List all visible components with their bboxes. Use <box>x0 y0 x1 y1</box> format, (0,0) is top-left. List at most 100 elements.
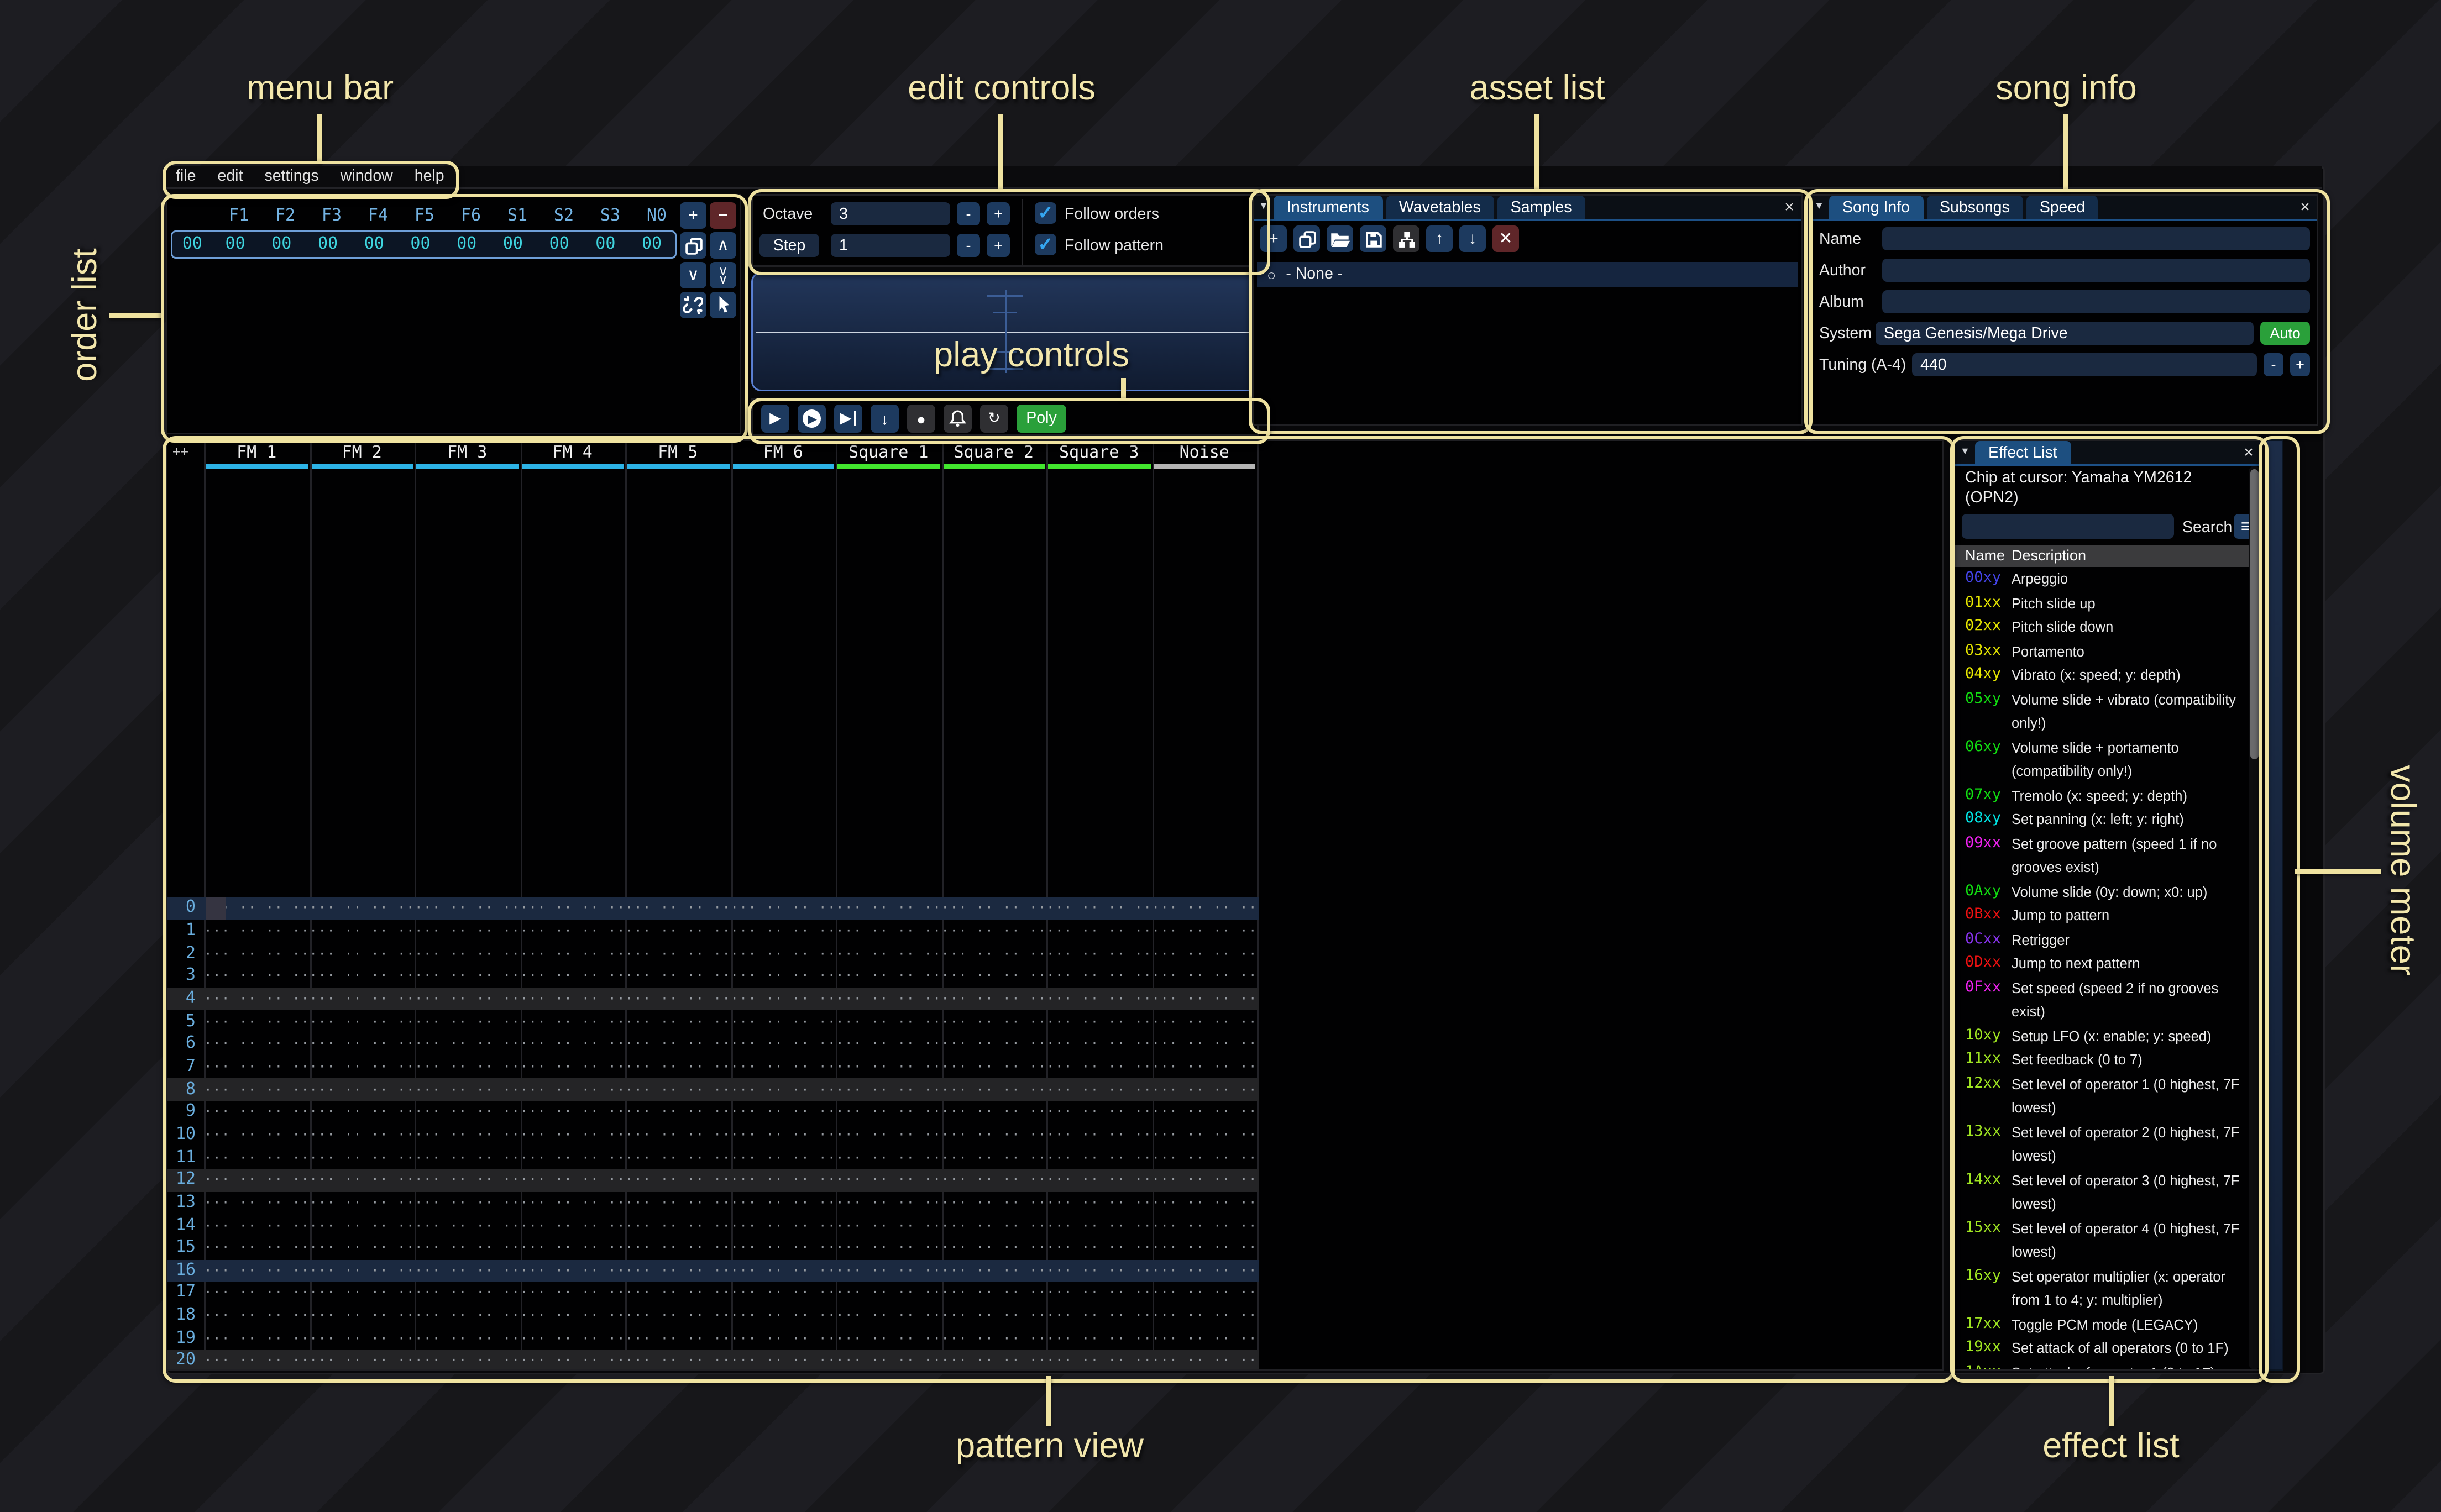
pattern-cell[interactable]: ··· ·· ·· ··· <box>415 901 520 916</box>
channel-header-fm-3[interactable]: FM 3 <box>415 444 520 463</box>
pattern-cell[interactable]: ··· ·· ·· ··· <box>310 1127 415 1142</box>
pattern-cell[interactable]: ··· ·· ·· ··· <box>204 1059 310 1074</box>
order-value[interactable]: 00 <box>305 235 351 254</box>
pattern-cell[interactable]: ··· ·· ·· ··· <box>1046 1241 1152 1256</box>
pattern-row[interactable]: 9··· ·· ·· ······ ·· ·· ······ ·· ·· ···… <box>167 1101 1259 1124</box>
pattern-cell[interactable]: ··· ·· ·· ··· <box>415 1105 520 1120</box>
pattern-cell[interactable]: ··· ·· ·· ··· <box>310 1059 415 1074</box>
pattern-cell[interactable]: ··· ·· ·· ··· <box>415 1308 520 1323</box>
asset-collapse-icon[interactable]: ▼ <box>1254 196 1274 219</box>
pattern-cell[interactable]: ··· ·· ·· ··· <box>625 1353 731 1368</box>
pattern-cell[interactable]: ··· ·· ·· ··· <box>625 1241 731 1256</box>
effect-list-scrollbar-track[interactable] <box>2249 466 2260 1369</box>
pattern-cell[interactable]: ··· ·· ·· ··· <box>731 1173 836 1188</box>
effect-row[interactable]: 03xxPortamento <box>1955 639 2257 664</box>
pattern-cell[interactable]: ··· ·· ·· ··· <box>1046 1059 1152 1074</box>
pattern-row[interactable]: 19··· ·· ·· ······ ·· ·· ······ ·· ·· ··… <box>167 1327 1259 1350</box>
pattern-cell[interactable]: ··· ·· ·· ··· <box>310 1308 415 1323</box>
pattern-cell[interactable]: ··· ·· ·· ··· <box>1152 946 1258 961</box>
pattern-cell[interactable]: ··· ·· ·· ··· <box>1152 1353 1258 1368</box>
pattern-cell[interactable]: ··· ·· ·· ··· <box>1152 1127 1258 1142</box>
order-value[interactable]: 00 <box>397 235 444 254</box>
pattern-cell[interactable]: ··· ·· ·· ··· <box>310 1195 415 1210</box>
tuning-decrease-button[interactable]: - <box>2264 353 2283 376</box>
song-tab-song-info[interactable]: Song Info <box>1829 196 1923 219</box>
effect-row[interactable]: 02xxPitch slide down <box>1955 615 2257 639</box>
pattern-cell[interactable]: ··· ·· ·· ··· <box>1046 969 1152 984</box>
pattern-cell[interactable]: ··· ·· ·· ··· <box>520 901 626 916</box>
effect-row[interactable]: 0CxxRetrigger <box>1955 928 2257 952</box>
pattern-cell[interactable]: ··· ·· ·· ··· <box>415 1014 520 1029</box>
effect-row[interactable]: 13xxSet level of operator 2 (0 highest, … <box>1955 1120 2257 1168</box>
pattern-cell[interactable]: ··· ·· ·· ··· <box>1046 1308 1152 1323</box>
step-input[interactable]: 1 <box>831 234 950 257</box>
pattern-corner-expand[interactable]: ++ <box>172 444 188 459</box>
octave-decrease-button[interactable]: - <box>957 202 980 225</box>
pattern-cell[interactable]: ··· ·· ·· ··· <box>1046 1173 1152 1188</box>
pattern-row[interactable]: 7··· ·· ·· ······ ·· ·· ······ ·· ·· ···… <box>167 1056 1259 1078</box>
pattern-cell[interactable]: ··· ·· ·· ··· <box>1152 1037 1258 1052</box>
effect-close-icon[interactable]: × <box>2237 441 2260 464</box>
pattern-cell[interactable]: ··· ·· ·· ··· <box>941 1263 1047 1278</box>
effect-row[interactable]: 04xyVibrato (x: speed; y: depth) <box>1955 663 2257 687</box>
author-input[interactable] <box>1882 259 2310 282</box>
effect-list-scrollbar-thumb[interactable] <box>2250 469 2259 759</box>
effect-row[interactable]: 00xyArpeggio <box>1955 567 2257 591</box>
order-move-down-button[interactable]: ∨ <box>680 262 706 288</box>
effect-row[interactable]: 1AxxSet attack of operator 1 (0 to 1F) <box>1955 1361 2257 1372</box>
pattern-cell[interactable]: ··· ·· ·· ··· <box>415 1059 520 1074</box>
pattern-cell[interactable]: ··· ·· ·· ··· <box>1152 1308 1258 1323</box>
effect-row[interactable]: 0AxyVolume slide (0y: down; x0: up) <box>1955 880 2257 904</box>
pattern-cell[interactable]: ··· ·· ·· ··· <box>1152 1241 1258 1256</box>
pattern-cell[interactable]: ··· ·· ·· ··· <box>941 1150 1047 1165</box>
order-value[interactable]: 00 <box>212 235 259 254</box>
pattern-cell[interactable]: ··· ·· ·· ··· <box>520 1218 626 1233</box>
pattern-cell[interactable]: ··· ·· ·· ··· <box>836 969 941 984</box>
effect-search-input[interactable] <box>1962 514 2174 539</box>
song-close-icon[interactable]: × <box>2293 196 2317 219</box>
menu-item-file[interactable]: file <box>176 167 196 186</box>
order-value[interactable]: 00 <box>351 235 397 254</box>
pattern-cell[interactable]: ··· ·· ·· ··· <box>1152 1218 1258 1233</box>
effect-row[interactable]: 19xxSet attack of all operators (0 to 1F… <box>1955 1336 2257 1361</box>
pattern-cell[interactable]: ··· ·· ·· ··· <box>941 1285 1047 1300</box>
pattern-cell[interactable]: ··· ·· ·· ··· <box>310 1263 415 1278</box>
pattern-cell[interactable]: ··· ·· ·· ··· <box>204 1331 310 1346</box>
pattern-cell[interactable]: ··· ·· ·· ··· <box>1046 1218 1152 1233</box>
order-value[interactable]: 00 <box>258 235 305 254</box>
pattern-row[interactable]: 1··· ·· ·· ······ ·· ·· ······ ·· ·· ···… <box>167 920 1259 942</box>
pattern-cell[interactable]: ··· ·· ·· ··· <box>415 991 520 1006</box>
pattern-cell[interactable]: ··· ·· ·· ··· <box>310 1331 415 1346</box>
pattern-row[interactable]: 18··· ·· ·· ······ ·· ·· ······ ·· ·· ··… <box>167 1304 1259 1327</box>
pattern-cell[interactable]: ··· ·· ·· ··· <box>415 1218 520 1233</box>
pattern-cell[interactable]: ··· ·· ·· ··· <box>1046 1331 1152 1346</box>
metronome-button[interactable] <box>944 405 972 433</box>
pattern-cell[interactable]: ··· ·· ·· ··· <box>731 1037 836 1052</box>
channel-header-fm-1[interactable]: FM 1 <box>204 444 310 463</box>
pattern-cell[interactable]: ··· ·· ·· ··· <box>731 1014 836 1029</box>
order-add-button[interactable]: + <box>680 202 706 229</box>
pattern-row[interactable]: 14··· ·· ·· ······ ·· ·· ······ ·· ·· ··… <box>167 1214 1259 1237</box>
pattern-cell[interactable]: ··· ·· ·· ··· <box>731 969 836 984</box>
pattern-cell[interactable]: ··· ·· ·· ··· <box>941 946 1047 961</box>
pattern-cell[interactable]: ··· ·· ·· ··· <box>731 1218 836 1233</box>
play-one-row-button[interactable]: ▶ <box>834 405 862 433</box>
pattern-cell[interactable]: ··· ·· ·· ··· <box>1152 991 1258 1006</box>
pattern-cell[interactable]: ··· ·· ·· ··· <box>625 901 731 916</box>
pattern-cell[interactable]: ··· ·· ·· ··· <box>310 1285 415 1300</box>
effect-row[interactable]: 05xyVolume slide + vibrato (compatibilit… <box>1955 687 2257 736</box>
pattern-cell[interactable]: ··· ·· ·· ··· <box>204 991 310 1006</box>
pattern-cell[interactable]: ··· ·· ·· ··· <box>625 1308 731 1323</box>
pattern-cell[interactable]: ··· ·· ·· ··· <box>1152 1150 1258 1165</box>
order-deep-clone-button[interactable]: ∨∨ <box>710 262 736 288</box>
pattern-cell[interactable]: ··· ·· ·· ··· <box>836 1195 941 1210</box>
pattern-row[interactable]: 15··· ·· ·· ······ ·· ·· ······ ·· ·· ··… <box>167 1237 1259 1259</box>
effect-collapse-icon[interactable]: ▼ <box>1955 441 1975 464</box>
pattern-cell[interactable]: ··· ·· ·· ··· <box>731 1308 836 1323</box>
pattern-cell[interactable]: ··· ·· ·· ··· <box>520 1150 626 1165</box>
pattern-cell[interactable]: ··· ·· ·· ··· <box>941 1127 1047 1142</box>
pattern-cell[interactable]: ··· ·· ·· ··· <box>625 1285 731 1300</box>
pattern-cell[interactable]: ··· ·· ·· ··· <box>415 1331 520 1346</box>
pattern-cell[interactable]: ··· ·· ·· ··· <box>731 901 836 916</box>
pattern-cell[interactable]: ··· ·· ·· ··· <box>1152 923 1258 938</box>
